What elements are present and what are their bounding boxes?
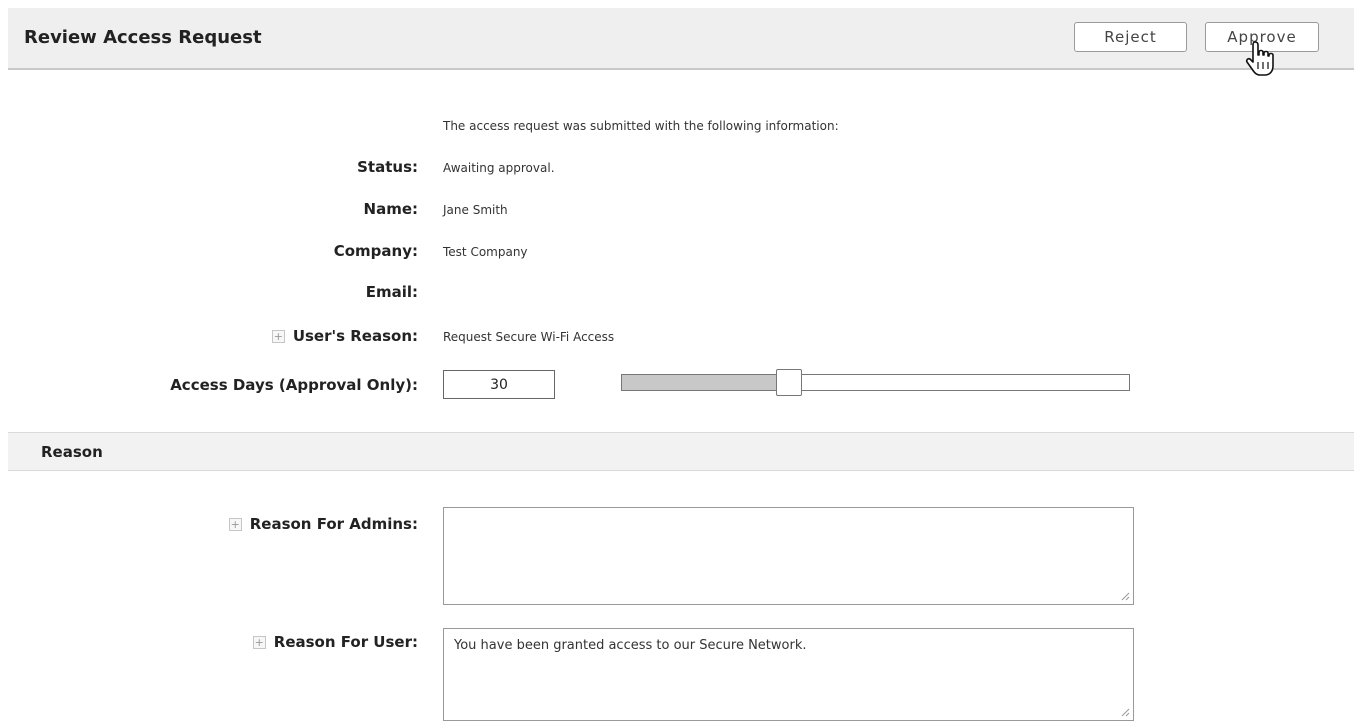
users-reason-row-label: + User's Reason: — [271, 327, 418, 345]
page-header: Review Access Request Reject Approve — [8, 8, 1354, 70]
hand-pointer-icon — [1245, 41, 1274, 76]
reason-user-text: You have been granted access to our Secu… — [454, 638, 807, 653]
access-days-label: Access Days (Approval Only): — [170, 376, 418, 394]
access-days-slider[interactable] — [621, 369, 1130, 396]
reason-user-textarea[interactable]: You have been granted access to our Secu… — [443, 628, 1134, 721]
page-title: Review Access Request — [24, 27, 262, 48]
slider-fill — [622, 375, 790, 390]
status-label: Status: — [357, 158, 418, 176]
reject-button[interactable]: Reject — [1074, 22, 1187, 52]
reason-admins-textarea[interactable] — [443, 507, 1134, 605]
name-value: Jane Smith — [443, 203, 508, 217]
access-days-input[interactable]: 30 — [443, 370, 555, 399]
reason-section-header: Reason — [8, 432, 1354, 471]
resize-grip-icon[interactable] — [1121, 708, 1130, 717]
users-reason-value: Request Secure Wi-Fi Access — [443, 330, 615, 344]
reason-admins-row-label: + Reason For Admins: — [228, 515, 418, 533]
reason-user-row-label: + Reason For User: — [252, 633, 418, 651]
expand-plus-icon[interactable]: + — [228, 517, 242, 531]
slider-handle[interactable] — [776, 369, 803, 396]
reason-user-label: Reason For User: — [273, 633, 418, 651]
expand-plus-icon[interactable]: + — [252, 635, 266, 649]
name-label: Name: — [363, 200, 418, 218]
email-label: Email: — [365, 283, 418, 301]
reason-admins-label: Reason For Admins: — [249, 515, 418, 533]
intro-text: The access request was submitted with th… — [443, 119, 839, 133]
resize-grip-icon[interactable] — [1121, 592, 1130, 601]
expand-plus-icon[interactable]: + — [271, 329, 285, 343]
company-value: Test Company — [443, 245, 528, 259]
users-reason-label: User's Reason: — [292, 327, 418, 345]
reason-section-title: Reason — [41, 443, 103, 461]
company-label: Company: — [333, 242, 418, 260]
status-value: Awaiting approval. — [443, 161, 555, 175]
